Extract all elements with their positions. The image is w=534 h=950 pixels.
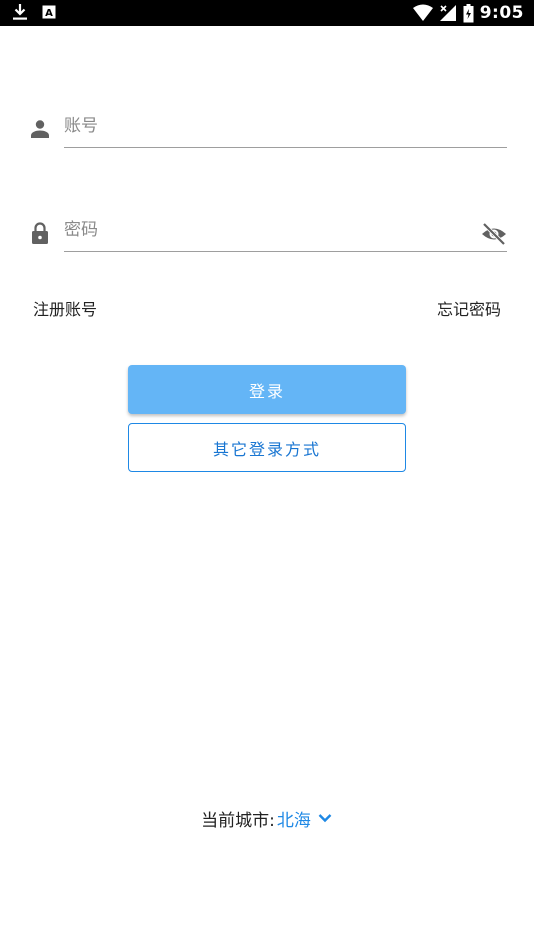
chevron-down-icon[interactable] bbox=[317, 810, 333, 826]
wifi-icon bbox=[412, 4, 433, 21]
lock-icon bbox=[32, 222, 48, 244]
city-selector[interactable]: 当前城市: 北海 bbox=[0, 805, 534, 831]
person-icon bbox=[31, 120, 49, 138]
status-bar: A 9:05 bbox=[0, 0, 534, 26]
font-app-icon: A bbox=[42, 5, 56, 19]
svg-text:A: A bbox=[45, 8, 53, 19]
register-link[interactable]: 注册账号 bbox=[33, 299, 97, 321]
login-button[interactable]: 登录 bbox=[128, 365, 406, 414]
password-field bbox=[28, 215, 507, 255]
account-input[interactable] bbox=[64, 111, 507, 148]
status-time: 9:05 bbox=[479, 3, 524, 23]
password-input[interactable] bbox=[64, 215, 507, 252]
other-login-button[interactable]: 其它登录方式 bbox=[128, 423, 406, 472]
visibility-off-icon[interactable] bbox=[481, 222, 507, 246]
forgot-password-link[interactable]: 忘记密码 bbox=[437, 299, 501, 321]
battery-icon bbox=[463, 3, 474, 22]
city-value[interactable]: 北海 bbox=[277, 806, 311, 831]
login-screen: A 9:05 账号 注册账号 忘记密码 登录 其它登录方式 当前城市: 北海 bbox=[0, 0, 534, 950]
signal-icon bbox=[439, 5, 456, 21]
download-icon bbox=[13, 4, 27, 20]
account-field bbox=[28, 111, 507, 151]
city-label: 当前城市: bbox=[201, 810, 275, 831]
